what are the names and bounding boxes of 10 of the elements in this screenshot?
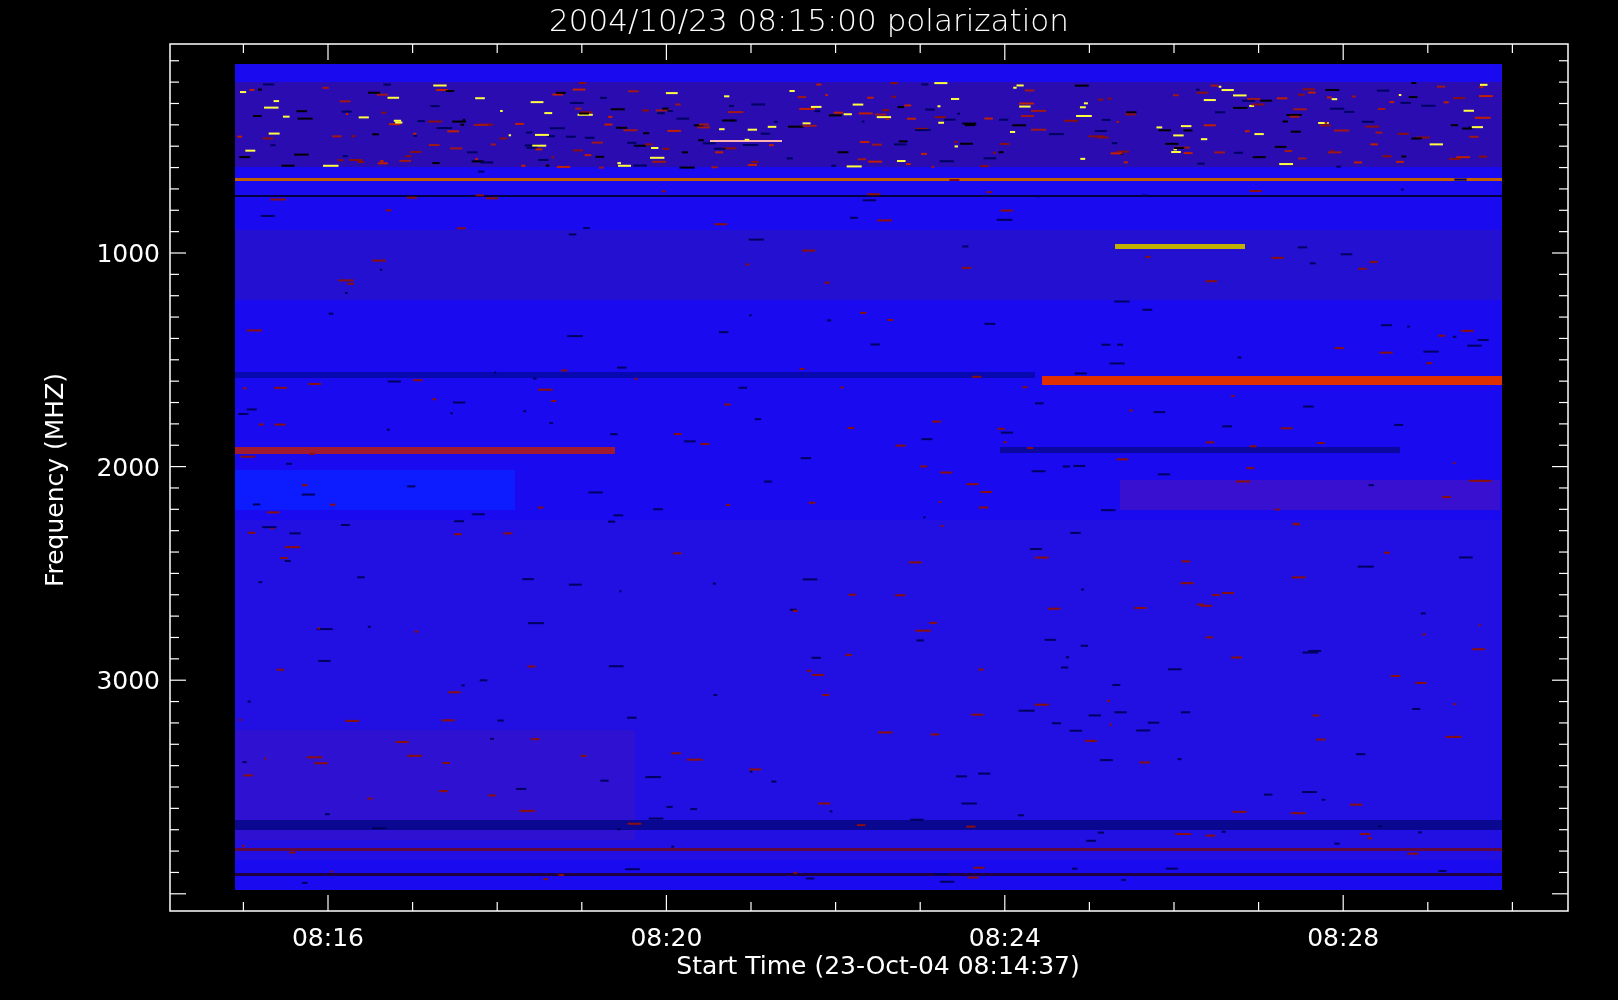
tick-label: 1000	[96, 239, 160, 268]
tick-label: 2000	[96, 452, 160, 482]
tick-label: 08:20	[630, 923, 703, 952]
axis-label: Start Time (23-Oct-04 08:14:37)	[676, 951, 1080, 980]
tick-label: 08:24	[968, 923, 1041, 952]
tick-label: 3000	[96, 666, 160, 696]
plot-title: 2004/10/23 08:15:00 polarization	[549, 2, 1069, 38]
axis-label: Frequency (MHZ)	[40, 372, 69, 588]
tick-label: 08:16	[292, 923, 364, 952]
tick-label: 08:28	[1307, 923, 1380, 952]
